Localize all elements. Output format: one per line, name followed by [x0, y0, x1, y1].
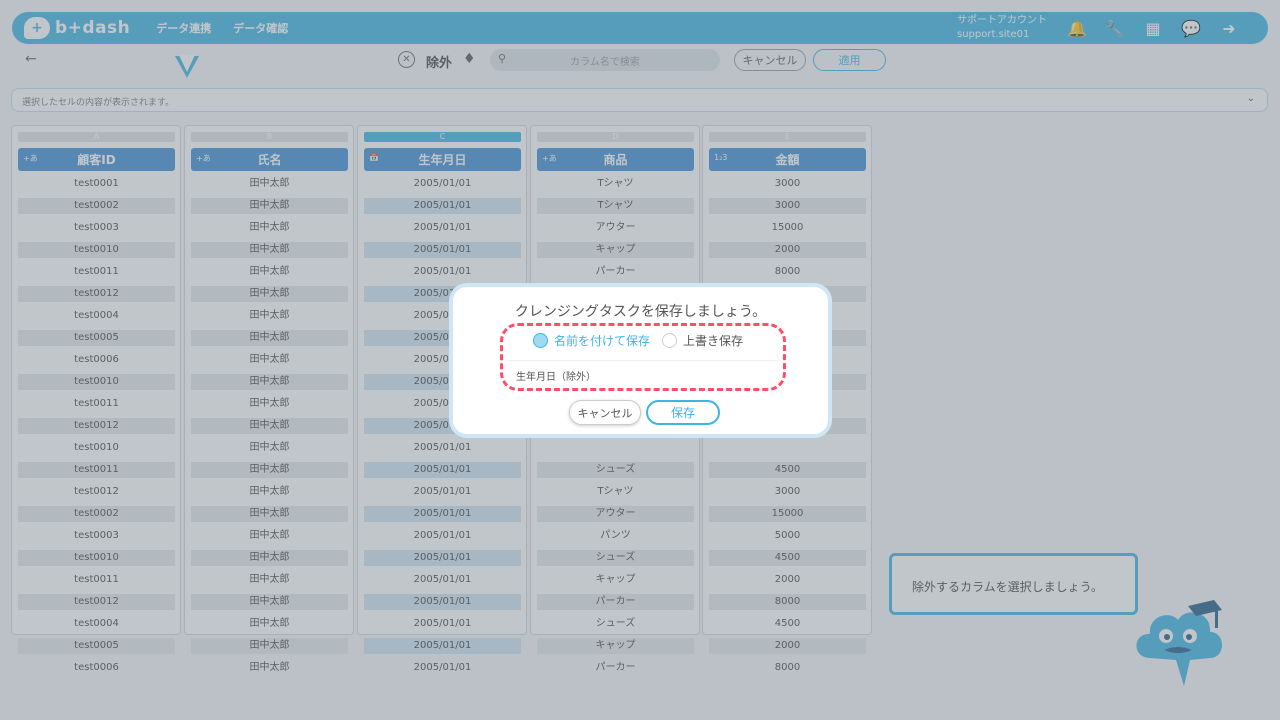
- radio-overwrite-label[interactable]: 上書き保存: [683, 332, 743, 349]
- radio-overwrite[interactable]: [662, 333, 678, 348]
- radio-save-as-label[interactable]: 名前を付けて保存: [554, 332, 650, 349]
- app-root: + b+dash データ連携 データ確認 サポートアカウント support.s…: [0, 0, 1280, 720]
- task-name-input[interactable]: 生年月日（除外）: [508, 360, 778, 383]
- dialog-title: クレンジングタスクを保存しましょう。: [514, 304, 767, 320]
- save-task-dialog: クレンジングタスクを保存しましょう。 名前を付けて保存 上書き保存 生年月日（除…: [449, 283, 832, 438]
- dialog-cancel-button[interactable]: キャンセル: [569, 400, 641, 425]
- dialog-save-button[interactable]: 保存: [646, 400, 720, 425]
- task-name-value: 生年月日（除外）: [516, 372, 596, 383]
- save-option-radio-group: 名前を付けて保存 上書き保存: [533, 332, 743, 349]
- radio-save-as[interactable]: [533, 333, 548, 348]
